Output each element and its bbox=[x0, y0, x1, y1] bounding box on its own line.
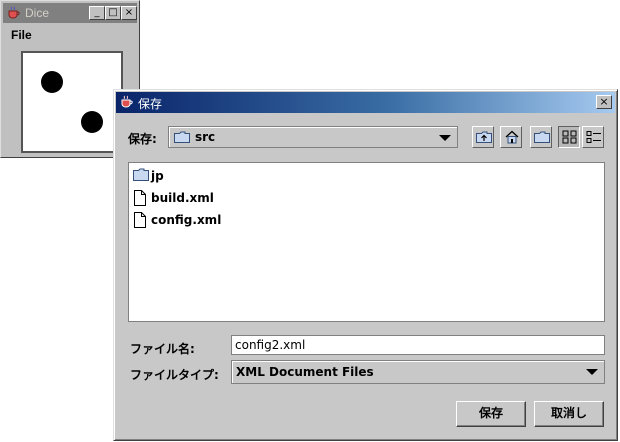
look-in-label: 保存: bbox=[128, 132, 157, 146]
file-name-label: ファイル名: bbox=[130, 342, 195, 356]
die-face[interactable] bbox=[21, 51, 123, 153]
look-in-value: src bbox=[195, 130, 216, 144]
home-icon bbox=[505, 130, 519, 144]
chevron-down-icon bbox=[439, 135, 451, 141]
menu-file[interactable]: File bbox=[11, 28, 32, 42]
up-one-level-button[interactable] bbox=[472, 126, 494, 148]
up-folder-icon bbox=[476, 131, 492, 143]
folder-icon bbox=[133, 168, 149, 181]
maximize-button[interactable]: □ bbox=[105, 6, 121, 20]
list-view-icon bbox=[562, 130, 577, 144]
chevron-down-icon bbox=[586, 369, 598, 375]
details-view-icon bbox=[586, 131, 601, 143]
list-item-label: build.xml bbox=[151, 191, 214, 205]
file-type-value: XML Document Files bbox=[236, 365, 374, 379]
file-list[interactable]: jp build.xml config.xml bbox=[128, 162, 605, 322]
save-dialog-titlebar[interactable]: 保存 × bbox=[116, 92, 615, 113]
file-type-combo[interactable]: XML Document Files bbox=[231, 360, 605, 384]
dice-titlebar[interactable]: Dice _ □ × bbox=[3, 3, 137, 23]
new-folder-button[interactable] bbox=[530, 126, 552, 148]
java-cup-icon bbox=[6, 6, 22, 23]
dice-menubar: File bbox=[3, 25, 137, 45]
minimize-button[interactable]: _ bbox=[89, 6, 105, 20]
maximize-icon: □ bbox=[108, 7, 118, 18]
close-icon: × bbox=[599, 95, 609, 108]
save-button[interactable]: 保存 bbox=[456, 401, 526, 427]
file-icon bbox=[134, 190, 146, 206]
list-item-label: jp bbox=[151, 169, 164, 183]
cancel-button[interactable]: 取消し bbox=[534, 401, 604, 427]
file-type-label: ファイルタイプ: bbox=[130, 368, 219, 382]
dice-window-title: Dice bbox=[25, 6, 50, 20]
die-pip bbox=[41, 71, 63, 93]
file-name-input[interactable] bbox=[231, 335, 605, 355]
save-dialog-title: 保存 bbox=[138, 97, 163, 111]
list-item-label: config.xml bbox=[151, 213, 222, 227]
home-button[interactable] bbox=[500, 126, 522, 148]
close-button[interactable]: × bbox=[121, 6, 137, 20]
details-view-button[interactable] bbox=[582, 126, 604, 148]
list-view-button[interactable] bbox=[558, 126, 580, 148]
close-icon: × bbox=[124, 7, 134, 18]
save-dialog: 保存 × 保存: src jp build.xml config.xml ファイ… bbox=[113, 89, 618, 441]
minimize-icon: _ bbox=[94, 7, 100, 18]
dialog-close-button[interactable]: × bbox=[596, 95, 612, 109]
folder-icon bbox=[174, 131, 190, 146]
java-cup-icon bbox=[119, 95, 135, 112]
file-icon bbox=[134, 212, 146, 228]
die-pip bbox=[81, 111, 103, 133]
look-in-combo[interactable]: src bbox=[168, 126, 458, 148]
new-folder-icon bbox=[534, 131, 550, 143]
